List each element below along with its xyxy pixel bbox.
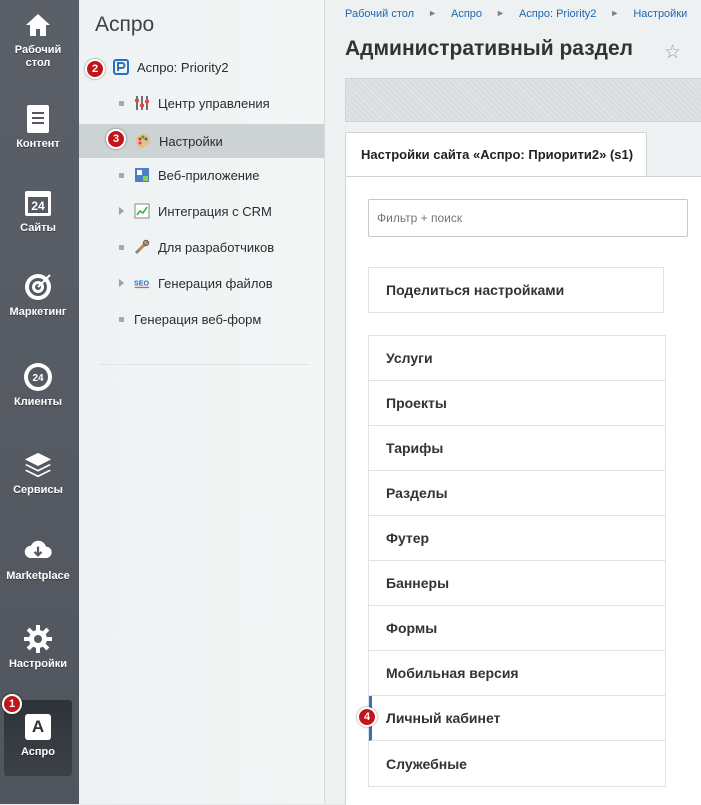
svg-text:SEO: SEO	[134, 280, 149, 288]
bullet	[119, 100, 124, 106]
rail-item-marketplace[interactable]: Marketplace	[4, 536, 72, 583]
rail-item-content[interactable]: Контент	[4, 104, 72, 151]
section-item-sections[interactable]: Разделы	[369, 471, 665, 516]
rail-item-label: Настройки	[8, 658, 68, 670]
calendar-24-icon: 24	[23, 188, 53, 218]
settings-panel: Поделиться настройками Услуги Проекты Та…	[345, 176, 701, 805]
rail-item-label: Аспро	[21, 746, 55, 758]
home-icon	[23, 10, 53, 40]
toolbar-strip	[345, 78, 701, 122]
menu-item-webform-generation[interactable]: Генерация веб-форм	[79, 302, 324, 336]
breadcrumb-separator-icon: ►	[610, 8, 620, 18]
breadcrumb-link-desktop[interactable]: Рабочий стол	[345, 8, 414, 20]
breadcrumb: Рабочий стол ► Аспро ► Аспро: Priority2 …	[345, 8, 687, 20]
svg-text:24: 24	[32, 373, 44, 384]
layers-icon	[23, 450, 53, 480]
menu-item-label: Генерация файлов	[158, 275, 273, 291]
rail-item-clients[interactable]: 24 Клиенты	[4, 362, 72, 409]
expand-arrow-icon[interactable]	[119, 207, 124, 215]
bullet	[119, 244, 124, 250]
document-icon	[23, 104, 53, 134]
section-item-personal-cabinet[interactable]: Личный кабинет	[369, 696, 665, 741]
svg-text:24: 24	[31, 199, 45, 213]
section-menu: Аспро Аспро: Priority2 2 Центр управлени…	[79, 0, 325, 804]
menu-item-file-generation[interactable]: SEO Генерация файлов	[79, 266, 324, 300]
seo-icon: SEO	[134, 275, 150, 291]
step-badge-1: 1	[2, 694, 22, 714]
rail-item-label: Сайты	[20, 222, 56, 234]
left-rail: Рабочий стол Контент 24 Сайты Маркетинг …	[0, 0, 79, 804]
cloud-download-icon	[23, 536, 53, 566]
web-app-icon	[134, 167, 150, 183]
section-item-mobile[interactable]: Мобильная версия	[369, 651, 665, 696]
main-area: Рабочий стол ► Аспро ► Аспро: Priority2 …	[325, 0, 701, 805]
menu-item-label: Веб-приложение	[158, 167, 260, 183]
section-item-services[interactable]: Услуги	[369, 336, 665, 381]
section-item-banners[interactable]: Баннеры	[369, 561, 665, 606]
menu-item-developers[interactable]: Для разработчиков	[79, 230, 324, 264]
clients-24-icon: 24	[23, 362, 53, 392]
rail-item-label: Marketplace	[6, 570, 70, 582]
target-icon	[23, 272, 53, 302]
aspro-logo-letter: A	[25, 714, 51, 740]
step-badge-2: 2	[85, 59, 105, 79]
menu-item-control-center[interactable]: Центр управления	[79, 86, 324, 120]
bullet	[119, 172, 124, 178]
breadcrumb-separator-icon: ►	[428, 8, 437, 18]
rail-item-label: Маркетинг	[9, 306, 67, 318]
menu-item-label: Для разработчиков	[158, 239, 275, 255]
priority-logo-icon	[113, 59, 129, 75]
menu-item-label: Генерация веб-форм	[134, 311, 262, 327]
rail-item-label: Сервисы	[13, 484, 63, 496]
rail-item-label: Рабочий стол	[14, 44, 62, 69]
section-item-forms[interactable]: Формы	[369, 606, 665, 651]
settings-section-list: Услуги Проекты Тарифы Разделы Футер Банн…	[368, 335, 666, 787]
breadcrumb-separator-icon: ►	[496, 8, 505, 18]
rail-item-desktop[interactable]: Рабочий стол	[4, 10, 72, 70]
chart-icon	[134, 203, 150, 219]
favorite-star-icon[interactable]: ☆	[664, 41, 681, 64]
rail-item-sites[interactable]: 24 Сайты	[4, 188, 72, 235]
section-item-footer[interactable]: Футер	[369, 516, 665, 561]
menu-item-label: Настройки	[159, 133, 223, 149]
tools-icon	[134, 239, 150, 255]
section-item-tariffs[interactable]: Тарифы	[369, 426, 665, 471]
menu-title: Аспро	[95, 13, 155, 36]
sliders-icon	[134, 95, 150, 111]
breadcrumb-link-aspro[interactable]: Аспро	[451, 8, 482, 20]
rail-item-services[interactable]: Сервисы	[4, 450, 72, 497]
filter-search-input[interactable]	[368, 199, 688, 237]
menu-item-crm-integration[interactable]: Интеграция с CRM	[79, 194, 324, 228]
menu-item-label: Центр управления	[158, 95, 270, 111]
rail-item-label: Контент	[16, 138, 60, 150]
tab-site-settings[interactable]: Настройки сайта «Аспро: Приорити2» (s1)	[345, 132, 647, 176]
aspro-logo-icon: A	[23, 712, 53, 742]
menu-item-web-app[interactable]: Веб-приложение	[79, 158, 324, 192]
expand-arrow-icon[interactable]	[119, 279, 124, 287]
step-badge-4: 4	[357, 707, 377, 727]
breadcrumb-link-priority2[interactable]: Аспро: Priority2	[519, 8, 596, 20]
palette-icon	[135, 133, 151, 149]
menu-item-label: Интеграция с CRM	[158, 203, 272, 219]
share-settings-button[interactable]: Поделиться настройками	[368, 267, 664, 313]
rail-item-marketing[interactable]: Маркетинг	[4, 272, 72, 319]
breadcrumb-link-settings[interactable]: Настройки	[633, 8, 687, 20]
gear-icon	[23, 624, 53, 654]
menu-item-aspro-priority2[interactable]: Аспро: Priority2	[79, 50, 324, 84]
section-item-service[interactable]: Служебные	[369, 741, 665, 786]
step-badge-3: 3	[106, 129, 126, 149]
section-item-projects[interactable]: Проекты	[369, 381, 665, 426]
page-title: Административный раздел	[345, 37, 634, 60]
bullet	[119, 316, 124, 322]
rail-item-label: Клиенты	[13, 396, 62, 408]
rail-item-settings[interactable]: Настройки	[4, 624, 72, 671]
menu-item-label: Аспро: Priority2	[137, 59, 229, 75]
menu-divider	[99, 356, 309, 365]
